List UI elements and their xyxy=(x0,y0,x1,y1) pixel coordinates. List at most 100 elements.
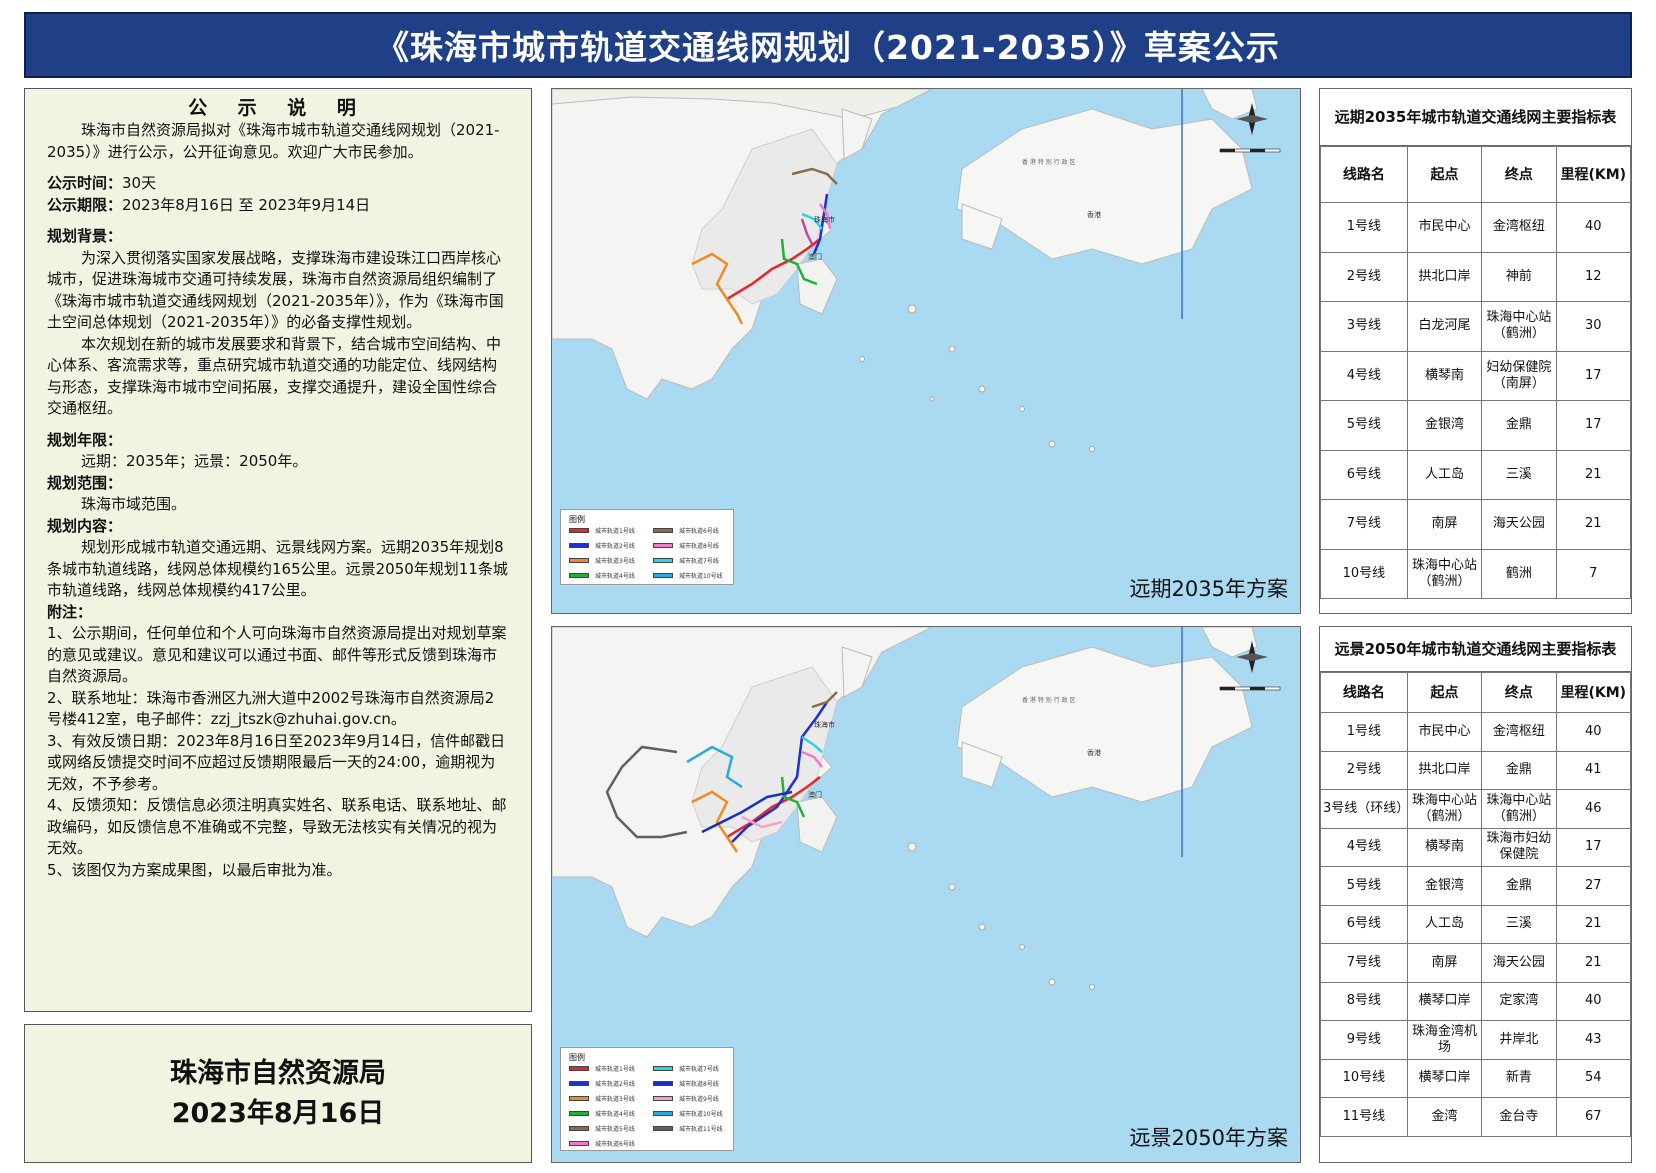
table-cell: 7号线 xyxy=(1320,499,1408,550)
table-cell: 珠海金湾机场 xyxy=(1406,1020,1483,1060)
table-cell: 4号线 xyxy=(1320,350,1408,401)
hongkong-island xyxy=(956,646,1253,803)
table-cell: 海天公园 xyxy=(1481,943,1557,983)
map-label-macau: 澳门 xyxy=(808,252,822,261)
legend-item: 城市轨道8号线 xyxy=(653,541,719,550)
legend-label: 城市轨道3号线 xyxy=(595,558,635,565)
table-cell: 40 xyxy=(1555,981,1632,1021)
table-cell: 珠海中心站（鹤洲） xyxy=(1481,301,1557,352)
notice-note-5: 5、该图仅为方案成果图，以最后审批为准。 xyxy=(47,860,342,879)
island xyxy=(948,883,956,891)
table-row: 3号线 白龙河尾 珠海中心站（鹤洲） 30 xyxy=(1320,301,1632,352)
notice-bg-p1: 为深入贯彻落实国家发展战略，支撑珠海市建设珠江口西岸核心城市，促进珠海城市交通可… xyxy=(47,248,504,332)
table-cell: 横琴南 xyxy=(1406,350,1483,401)
table-cell: 金银湾 xyxy=(1406,866,1483,906)
table-2050: 线路名 起点 终点 里程(KM) 1号线 市民中心 金湾枢纽 40 2号线 拱北口岸 金鼎 41 3号… xyxy=(1320,672,1632,1137)
table-cell: 1号线 xyxy=(1320,202,1408,253)
map-2035-caption: 远期2035年方案 xyxy=(1129,577,1288,601)
map-label-city: 珠海市 xyxy=(814,215,835,224)
notice-time: 公示时间：30天 xyxy=(47,173,509,195)
notice-years-value: 远期：2035年；远景：2050年。 xyxy=(81,452,308,470)
table-cell: 10号线 xyxy=(1320,548,1408,599)
table-cell: 市民中心 xyxy=(1406,202,1483,253)
table-header-cell: 里程(KM) xyxy=(1555,146,1632,203)
table-cell: 4号线 xyxy=(1320,827,1408,867)
notice-note-1: 1、公示期间，任何单位和个人可向珠海市自然资源局提出对规划草案的意见或建议。意见… xyxy=(47,624,507,685)
legend-label: 城市轨道4号线 xyxy=(595,1111,635,1118)
legend-item: 城市轨道4号线 xyxy=(569,1109,635,1118)
table-cell: 珠海中心站（鹤洲） xyxy=(1406,548,1483,599)
table-cell: 2号线 xyxy=(1320,750,1408,790)
legend-label: 城市轨道3号线 xyxy=(595,1096,635,1103)
table-row: 4号线 横琴南 妇幼保健院（南屏） 17 xyxy=(1320,350,1632,401)
legend-label: 城市轨道1号线 xyxy=(595,528,635,535)
island xyxy=(907,842,917,852)
legend-item: 城市轨道3号线 xyxy=(569,1094,635,1103)
legend-title: 图例 xyxy=(569,1053,585,1062)
table-cell: 南屏 xyxy=(1406,943,1483,983)
legend-item: 城市轨道2号线 xyxy=(569,541,635,550)
table-cell: 17 xyxy=(1555,350,1632,401)
map-2050-legend: 图例 城市轨道1号线 城市轨道7号线 城市轨道2号线 城市轨道8号线 城市轨道3号线 城市… xyxy=(560,1047,734,1151)
table-cell: 21 xyxy=(1555,449,1632,500)
table-cell: 海天公园 xyxy=(1481,499,1557,550)
legend-label: 城市轨道11号线 xyxy=(679,1126,723,1133)
table-row: 5号线 金银湾 金鼎 27 xyxy=(1320,866,1632,906)
table-cell: 市民中心 xyxy=(1406,712,1483,752)
table-cell: 1号线 xyxy=(1320,712,1408,752)
table-cell: 井岸北 xyxy=(1481,1020,1557,1060)
hongkong-island xyxy=(956,108,1253,265)
table-2035: 线路名 起点 终点 里程(KM) 1号线 市民中心 金湾枢纽 40 2号线 拱北口岸 神前 12 3号… xyxy=(1320,146,1632,599)
legend-swatch xyxy=(569,528,589,533)
island xyxy=(1019,406,1025,412)
legend-label: 城市轨道6号线 xyxy=(679,528,719,535)
notice-bg-title: 规划背景： xyxy=(47,227,123,245)
table-cell: 40 xyxy=(1555,202,1632,253)
table-cell: 珠海中心站（鹤洲） xyxy=(1406,789,1483,829)
table-row: 4号线 横琴南 珠海市妇幼保健院 17 xyxy=(1320,827,1632,867)
table-cell: 横琴口岸 xyxy=(1406,1058,1483,1098)
legend-swatch xyxy=(653,543,673,548)
legend-item: 城市轨道2号线 xyxy=(569,1079,635,1088)
map-2035[interactable]: 珠海市 澳门 香港 香 港 特 别 行 政 区 图例 城市轨道1号线 城市轨道6号… xyxy=(551,88,1301,614)
macau-island xyxy=(796,258,838,315)
macau-island xyxy=(796,796,838,853)
table-cell: 金鼎 xyxy=(1481,400,1557,451)
table-cell: 43 xyxy=(1555,1020,1632,1060)
table-cell: 10号线 xyxy=(1320,1058,1408,1098)
table-cell: 横琴口岸 xyxy=(1406,981,1483,1021)
legend-label: 城市轨道6号线 xyxy=(595,1141,635,1148)
legend-label: 城市轨道8号线 xyxy=(679,1081,719,1088)
scale-bar-icon xyxy=(1219,148,1281,153)
table-cell: 白龙河尾 xyxy=(1406,301,1483,352)
map-label-hk: 香港 xyxy=(1087,210,1101,219)
table-cell: 拱北口岸 xyxy=(1406,251,1483,302)
table-2050-title: 远景2050年城市轨道交通线网主要指标表 xyxy=(1320,627,1631,672)
table-2035-panel: 远期2035年城市轨道交通线网主要指标表 线路名 起点 终点 里程(KM) 1号线 市民… xyxy=(1319,88,1632,614)
table-row: 1号线 市民中心 金湾枢纽 40 xyxy=(1320,712,1632,752)
legend-swatch xyxy=(653,573,673,578)
table-row: 2号线 拱北口岸 神前 12 xyxy=(1320,251,1632,302)
island xyxy=(1019,944,1025,950)
map-2050[interactable]: 珠海市 澳门 香港 香 港 特 别 行 政 区 图例 城市轨道1号线 城市轨道7号… xyxy=(551,626,1301,1163)
table-row: 9号线 珠海金湾机场 井岸北 43 xyxy=(1320,1020,1632,1060)
notice-intro: 珠海市自然资源局拟对《珠海市城市轨道交通线网规划（2021-2035）》进行公示… xyxy=(47,121,500,161)
notice-scope-title: 规划范围： xyxy=(47,473,123,492)
table-cell: 妇幼保健院（南屏） xyxy=(1481,350,1557,401)
table-cell: 67 xyxy=(1555,1097,1632,1137)
hk-northeast xyxy=(1201,627,1258,658)
table-cell: 6号线 xyxy=(1320,904,1408,944)
table-2050-panel: 远景2050年城市轨道交通线网主要指标表 线路名 起点 终点 里程(KM) 1号线 市民… xyxy=(1319,626,1632,1163)
table-cell: 人工岛 xyxy=(1406,449,1483,500)
table-cell: 人工岛 xyxy=(1406,904,1483,944)
legend-swatch xyxy=(569,1126,589,1131)
table-cell: 17 xyxy=(1555,400,1632,451)
legend-swatch xyxy=(653,1111,673,1116)
hk-northeast xyxy=(1201,89,1258,120)
table-cell: 三溪 xyxy=(1481,449,1557,500)
table-cell: 金湾 xyxy=(1406,1097,1483,1137)
table-cell: 6号线 xyxy=(1320,449,1408,500)
notice-scope-value: 珠海市域范围。 xyxy=(81,495,187,513)
notice-heading: 公 示 说 明 xyxy=(188,97,368,119)
map-label-macau: 澳门 xyxy=(808,790,822,799)
